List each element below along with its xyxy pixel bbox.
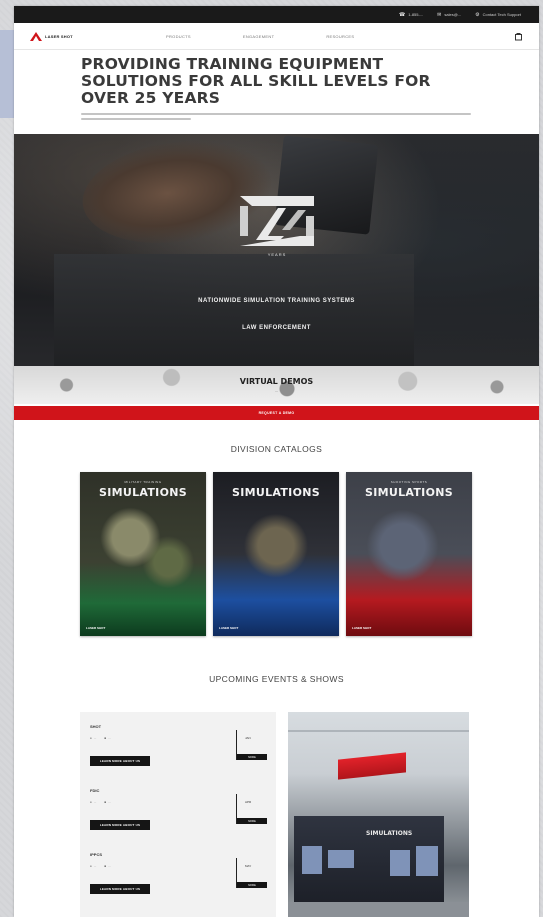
calendar-icon: ■	[104, 800, 107, 804]
support-icon: ⚙	[475, 11, 480, 18]
topbar-contact[interactable]: ⚙ Contact Tech Support	[475, 12, 521, 18]
mail-icon: ✉	[437, 11, 442, 18]
event-location-text: ...	[93, 864, 97, 868]
booth-floor	[288, 902, 469, 917]
anniversary-badge: YEARS	[234, 192, 320, 264]
event-name: IPPCS	[90, 852, 103, 857]
booth-screen	[416, 846, 438, 876]
catalog-law-enforcement[interactable]: SIMULATIONS LASER SHOT	[213, 472, 339, 636]
event-more-button[interactable]: MORE	[237, 882, 267, 888]
topbar-phone-text: 1-855-...	[408, 12, 424, 17]
main-nav: LASER SHOT PRODUCTS ENGAGEMENT RESOURCES	[14, 23, 539, 50]
badge-years: YEARS	[267, 252, 287, 257]
booth-screen	[328, 850, 354, 868]
event-location-text: ...	[93, 736, 97, 740]
catalog-title: SIMULATIONS	[99, 486, 187, 499]
booth-title: SIMULATIONS	[366, 830, 413, 837]
top-bar: ☎ 1-855-... ✉ sales@... ⚙ Contact Tech S…	[14, 6, 539, 23]
catalog-title: SIMULATIONS	[232, 486, 320, 499]
side-tab[interactable]	[0, 30, 14, 118]
ceiling-beam	[288, 730, 469, 732]
event-name: SHOT	[90, 724, 102, 729]
calendar-icon: ■	[104, 864, 107, 868]
event-date: ■...	[104, 864, 110, 868]
event-location: ●...	[90, 800, 96, 804]
logo-mark-icon	[30, 31, 42, 41]
event-location-text: ...	[93, 800, 97, 804]
topbar-email[interactable]: ✉ sales@...	[437, 12, 461, 18]
booth-wall: SIMULATIONS	[294, 816, 444, 908]
event-more-button[interactable]: MORE	[237, 754, 267, 760]
virtual-demos-subtitle: ...	[275, 389, 278, 393]
topbar-contact-text: Contact Tech Support	[482, 12, 521, 17]
event-learn-more-button[interactable]: LEARN MORE ABOUT US	[90, 756, 150, 766]
event-date: ■...	[104, 800, 110, 804]
catalog-shooting-sports[interactable]: SHOOTING SPORTS SIMULATIONS LASER SHOT	[346, 472, 472, 636]
trade-show-booth-photo: SIMULATIONS	[288, 712, 469, 917]
nav-item-products[interactable]: PRODUCTS	[166, 34, 191, 39]
nav-menu: PRODUCTS ENGAGEMENT RESOURCES	[140, 34, 513, 39]
hanging-banner	[338, 752, 406, 780]
event-date-text: ...	[108, 864, 111, 868]
phone-icon: ☎	[399, 11, 406, 18]
request-demo-label: REQUEST A DEMO	[258, 411, 295, 415]
event-location: ●...	[90, 864, 96, 868]
event-month: JAN	[245, 736, 251, 740]
topbar-email-text: sales@...	[444, 12, 462, 17]
event-date-text: ...	[108, 736, 111, 740]
events-list: SHOT ●... ■... LEARN MORE ABOUT US JAN M…	[80, 712, 276, 917]
events-title: UPCOMING EVENTS & SHOWS	[209, 674, 344, 684]
catalog-kicker: MILITARY TRAINING	[124, 480, 162, 484]
catalog-title: SIMULATIONS	[365, 486, 453, 499]
booth-screen	[390, 850, 410, 876]
cart-icon	[514, 32, 522, 40]
event-item: SHOT ●... ■... LEARN MORE ABOUT US JAN M…	[90, 724, 270, 780]
topbar-phone[interactable]: ☎ 1-855-...	[399, 12, 423, 18]
catalog-military[interactable]: MILITARY TRAINING SIMULATIONS LASER SHOT	[80, 472, 206, 636]
hero-banner: YEARS NATIONWIDE SIMULATION TRAINING SYS…	[14, 134, 539, 404]
virtual-demos-title: VIRTUAL DEMOS	[239, 377, 314, 386]
cart-button[interactable]	[513, 31, 523, 41]
page-title: PROVIDING TRAINING EQUIPMENT SOLUTIONS F…	[81, 55, 431, 107]
event-learn-more-button[interactable]: LEARN MORE ABOUT US	[90, 884, 150, 894]
hero-subheadline: LAW ENFORCEMENT	[242, 325, 311, 331]
location-icon: ●	[90, 864, 92, 868]
intro-section: PROVIDING TRAINING EQUIPMENT SOLUTIONS F…	[14, 50, 539, 120]
website-page: ☎ 1-855-... ✉ sales@... ⚙ Contact Tech S…	[14, 6, 539, 917]
event-item: FDIC ●... ■... LEARN MORE ABOUT US APR M…	[90, 788, 270, 844]
calendar-icon: ■	[104, 736, 107, 740]
event-month: APR	[245, 800, 252, 804]
event-location: ●...	[90, 736, 96, 740]
event-date-block: MAY MORE	[236, 858, 267, 888]
event-more-button[interactable]: MORE	[237, 818, 267, 824]
intro-paragraph	[81, 113, 471, 120]
event-month: MAY	[245, 864, 252, 868]
catalog-list: MILITARY TRAINING SIMULATIONS LASER SHOT…	[80, 472, 472, 636]
nav-item-resources[interactable]: RESOURCES	[326, 34, 354, 39]
request-demo-bar[interactable]: REQUEST A DEMO	[14, 406, 539, 420]
event-date: ■...	[104, 736, 110, 740]
event-item: IPPCS ●... ■... LEARN MORE ABOUT US MAY …	[90, 852, 270, 908]
hero-headline: NATIONWIDE SIMULATION TRAINING SYSTEMS	[198, 298, 355, 304]
event-date-block: APR MORE	[236, 794, 267, 824]
location-icon: ●	[90, 800, 92, 804]
logo-text: LASER SHOT	[45, 33, 73, 39]
event-learn-more-button[interactable]: LEARN MORE ABOUT US	[90, 820, 150, 830]
catalog-kicker: SHOOTING SPORTS	[390, 480, 428, 484]
event-name: FDIC	[90, 788, 100, 793]
event-date-block: JAN MORE	[236, 730, 267, 760]
catalog-brand: LASER SHOT	[352, 626, 372, 630]
site-logo[interactable]: LASER SHOT	[30, 31, 140, 41]
booth-screen	[302, 846, 322, 874]
nav-item-engagement[interactable]: ENGAGEMENT	[243, 34, 274, 39]
location-icon: ●	[90, 736, 92, 740]
anniversary-logo-icon	[240, 196, 314, 246]
catalogs-title: DIVISION CATALOGS	[230, 444, 323, 454]
catalog-brand: LASER SHOT	[219, 626, 239, 630]
event-date-text: ...	[108, 800, 111, 804]
catalog-brand: LASER SHOT	[86, 626, 106, 630]
